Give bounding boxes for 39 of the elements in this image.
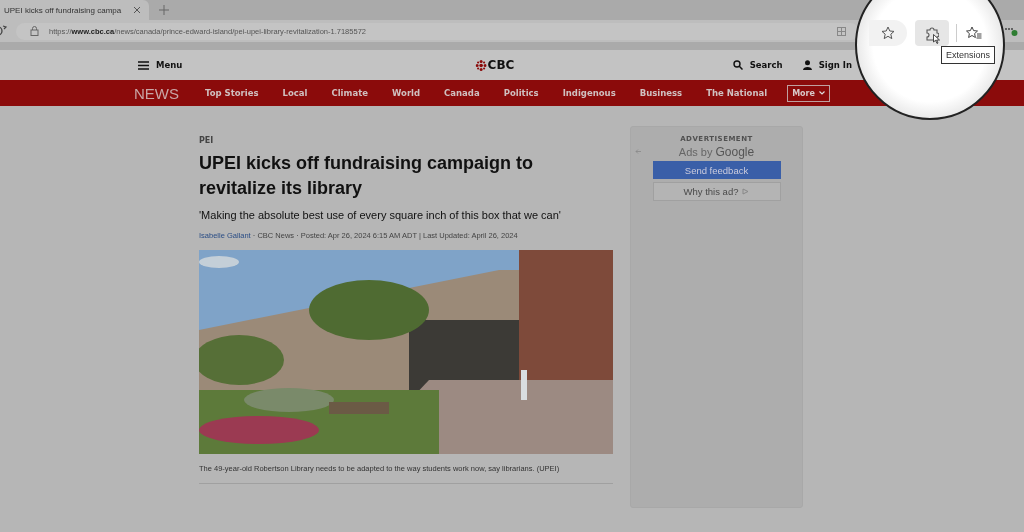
nav-link[interactable]: Canada [444,88,480,98]
menu-button[interactable]: Menu [138,60,183,70]
google-text: Google [715,145,755,159]
section-title[interactable]: NEWS [134,84,179,102]
user-icon [802,60,812,70]
more-icon[interactable] [1004,25,1018,37]
star-icon [881,26,895,40]
why-this-ad-button[interactable]: Why this ad? [652,182,781,201]
favorites-icon[interactable] [966,26,982,40]
browser-tab[interactable]: UPEI kicks off fundraising campa [0,0,149,20]
extensions-button[interactable] [915,20,949,46]
cursor-icon [933,34,940,44]
nav-link[interactable]: Business [639,88,683,98]
favorite-button[interactable] [869,20,907,46]
category-label[interactable]: PEI [199,136,613,145]
sign-in-button[interactable]: Sign In [802,60,852,70]
nav-link[interactable]: The National [706,88,768,98]
search-button[interactable]: Search [732,60,783,70]
chevron-icon [818,91,825,95]
close-icon[interactable] [133,6,141,14]
nav-link[interactable]: Politics [503,88,539,98]
send-feedback-button[interactable]: Send feedback [652,161,781,179]
subheadline: 'Making the absolute best use of every square inch of this box that we can' [199,209,562,221]
tooltip: Extensions [941,46,996,64]
nav-link[interactable]: World [391,88,421,98]
nav-link[interactable]: Climate [331,88,368,98]
nav-link[interactable]: Local [282,88,308,98]
search-icon [732,60,743,70]
gem-icon [475,59,487,71]
nav-link[interactable]: Top Stories [205,88,259,98]
logo-text[interactable]: CBC [487,58,515,72]
lock-icon [30,26,39,36]
play-icon [742,188,750,195]
more-button[interactable]: More [787,84,830,102]
menu-icon [138,60,149,70]
ads-by-text: Ads by [678,146,713,158]
nav-link[interactable]: Indigenous [562,88,616,98]
puzzle-icon [925,25,939,41]
headline: UPEI kicks off fundraising campaign to revitalize its library [199,152,535,200]
